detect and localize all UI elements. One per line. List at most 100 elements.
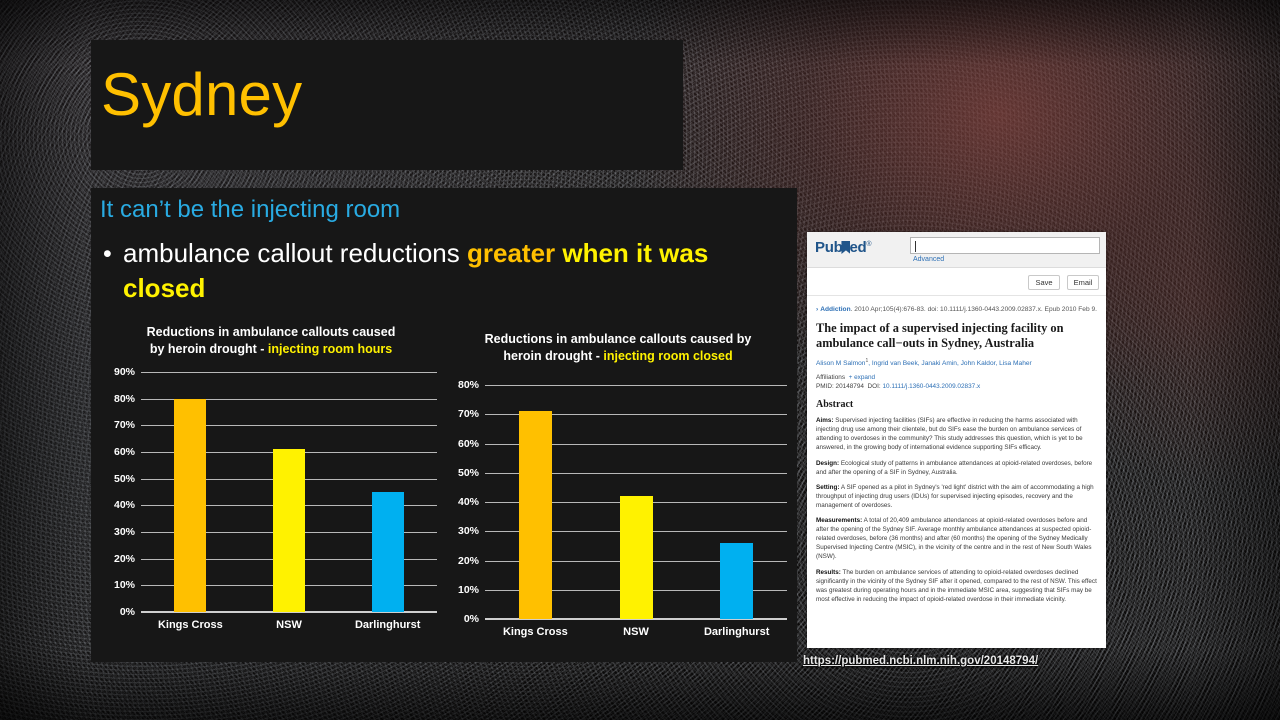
abstract-design-label: Design: — [816, 459, 840, 467]
save-button[interactable]: Save — [1028, 275, 1060, 290]
chart-2-bars — [485, 385, 787, 619]
chart-1-ytick: 80% — [113, 392, 135, 405]
chart-1-bar-slot — [240, 372, 339, 612]
bullet-marker-icon: • — [103, 240, 112, 268]
chart-2-title-line1: Reductions in ambulance callouts caused … — [484, 332, 752, 346]
email-button[interactable]: Email — [1067, 275, 1099, 290]
bullet-text-plain: ambulance callout reductions — [123, 238, 467, 268]
chart-1-ytick: 50% — [113, 472, 135, 485]
authors-remaining[interactable]: , Ingrid van Beek, Janaki Amin, John Kal… — [868, 360, 1031, 367]
abstract-aims: Aims: Supervised injecting facilities (S… — [816, 416, 1097, 452]
article-citation: › Addiction. 2010 Apr;105(4):676-83. doi:… — [816, 305, 1097, 314]
abstract-measurements: Measurements: A total of 20,409 ambulanc… — [816, 516, 1097, 561]
citation-details: . 2010 Apr;105(4):676-83. doi: 10.1111/j… — [850, 306, 1097, 313]
chart-1-ytick: 60% — [113, 445, 135, 458]
chart-1-bar-nsw — [273, 449, 305, 612]
chart-2-bar-darlinghurst — [720, 542, 754, 619]
chart-1-bar-darlinghurst — [371, 492, 404, 612]
abstract-measurements-label: Measurements: — [816, 517, 863, 525]
abstract-design-text: Ecological study of patterns in ambulanc… — [816, 459, 1093, 476]
abstract-aims-text: Supervised injecting facilities (SIFs) a… — [816, 417, 1083, 452]
chart-2-title: Reductions in ambulance callouts caused … — [443, 331, 793, 365]
pubmed-search-input[interactable] — [910, 237, 1100, 254]
chart-1-ytick: 70% — [113, 419, 135, 432]
chart-2-ytick: 60% — [457, 437, 479, 450]
chart-2-title-accent: injecting room closed — [603, 349, 733, 363]
slide-subtitle: It can’t be the injecting room — [100, 196, 401, 223]
bullet-text-emphasis-greater: greater — [466, 238, 556, 268]
article-authors: Alison M Salmon1, Ingrid van Beek, Janak… — [816, 357, 1097, 368]
abstract-results-text: The burden on ambulance services of atte… — [816, 568, 1097, 603]
article-title: The impact of a supervised injecting fac… — [816, 321, 1064, 350]
doi-label: DOI: — [867, 383, 881, 391]
chart-injecting-room-hours: Reductions in ambulance callouts caused … — [99, 318, 443, 662]
chart-2-ytick: 40% — [457, 496, 479, 508]
chart-2-x-labels: Kings Cross NSW Darlinghurst — [485, 626, 787, 638]
abstract-setting: Setting: A SIF opened as a pilot in Sydn… — [816, 483, 1097, 510]
abstract-results-label: Results: — [816, 568, 841, 576]
chart-1-title: Reductions in ambulance callouts caused … — [99, 324, 443, 358]
chart-1-ytick: 30% — [113, 525, 135, 538]
citation-journal[interactable]: Addiction — [820, 306, 850, 313]
chart-2-bar-kings-cross — [518, 411, 552, 619]
source-url-link[interactable]: https://pubmed.ncbi.nlm.nih.gov/20148794… — [803, 655, 1038, 667]
chart-1-ytick: 20% — [113, 552, 135, 565]
chart-1-bars — [141, 372, 437, 612]
chart-2-ytick: 20% — [457, 554, 479, 567]
pubmed-logo-registered: ® — [866, 241, 872, 248]
bullet-list-item: • ambulance callout reductions greater w… — [103, 236, 787, 306]
chart-injecting-room-closed: Reductions in ambulance callouts caused … — [443, 318, 793, 662]
pubmed-screenshot: Pub ed® Advanced Save Email › Addiction. 2… — [807, 232, 1106, 648]
chart-1-bar-kings-cross — [174, 398, 207, 612]
affiliations-row[interactable]: Affiliations + expand — [816, 374, 1097, 381]
chart-1-y-axis: 90% 80% 70% 60% 50% 40% 30% 20% 10% 0% — [99, 366, 139, 618]
chart-1-ytick: 0% — [119, 606, 135, 618]
chart-1-xlabel: Kings Cross — [157, 619, 223, 631]
pmid-value: PMID: 20148794 — [816, 383, 864, 391]
chart-1-plot: 90% 80% 70% 60% 50% 40% 30% 20% 10% 0% Kings Cros… — [99, 366, 443, 631]
chart-1-title-accent: injecting room hours — [267, 342, 393, 356]
bullet-text: ambulance callout reductions greater whe… — [123, 236, 787, 306]
chart-2-bar-slot — [485, 385, 586, 619]
slide-title-box: Sydney — [91, 40, 683, 170]
pubmed-logo-pub: Pub — [815, 239, 843, 256]
chart-2-xlabel: NSW — [623, 626, 649, 638]
presentation-slide: Sydney It can’t be the injecting room • … — [0, 0, 1280, 720]
chart-2-xlabel: Darlinghurst — [703, 626, 770, 638]
chart-2-title-line2: heroin drought - — [503, 349, 604, 363]
pubmed-advanced-link[interactable]: Advanced — [913, 256, 944, 263]
chart-2-y-axis: 80% 70% 60% 50% 40% 30% 20% 10% 0% — [443, 379, 483, 625]
chart-2-plot: 80% 70% 60% 50% 40% 30% 20% 10% 0% Kings Cross NS… — [443, 379, 793, 638]
chart-2-bar-nsw — [619, 496, 653, 619]
chart-1-ytick: 90% — [113, 366, 135, 378]
chart-2-ytick: 50% — [457, 466, 479, 479]
charts-container: Reductions in ambulance callouts caused … — [91, 318, 797, 662]
chart-2-ytick: 0% — [463, 613, 479, 625]
chart-2-ytick: 30% — [457, 525, 479, 538]
chart-2-ytick: 10% — [457, 583, 479, 596]
pubmed-logo-med: ed — [849, 239, 867, 256]
abstract-setting-text: A SIF opened as a pilot in Sydney's 'red… — [816, 483, 1094, 509]
doi-link[interactable]: 10.1111/j.1360-0443.2009.02837.x — [882, 383, 980, 390]
abstract-aims-label: Aims: — [816, 417, 834, 425]
pubmed-article-body: › Addiction. 2010 Apr;105(4):676-83. doi:… — [807, 296, 1106, 604]
expand-affiliations-link[interactable]: + expand — [849, 374, 875, 381]
chart-1-xlabel: NSW — [276, 619, 302, 631]
chart-1-xlabel: Darlinghurst — [354, 619, 421, 631]
abstract-heading: Abstract — [816, 399, 854, 411]
page-title: Sydney — [101, 61, 303, 128]
chart-1-title-line1: Reductions in ambulance callouts caused — [146, 325, 396, 339]
chart-2-xlabel: Kings Cross — [502, 626, 568, 638]
affiliations-label: Affiliations — [816, 374, 846, 382]
pubmed-logo[interactable]: Pub ed® — [815, 239, 871, 256]
chart-1-x-labels: Kings Cross NSW Darlinghurst — [141, 619, 437, 631]
slide-content-panel: It can’t be the injecting room • ambulan… — [91, 188, 797, 662]
text-caret-icon — [915, 241, 916, 252]
article-identifiers: PMID: 20148794 DOI: 10.1111/j.1360-0443.… — [816, 383, 1097, 390]
chart-2-bar-slot — [686, 385, 787, 619]
chart-1-ytick: 10% — [113, 579, 135, 592]
author-first[interactable]: Alison M Salmon — [816, 360, 865, 367]
chart-2-bar-slot — [586, 385, 687, 619]
chevron-right-icon: › — [816, 306, 819, 313]
abstract-design: Design: Ecological study of patterns in … — [816, 459, 1097, 477]
